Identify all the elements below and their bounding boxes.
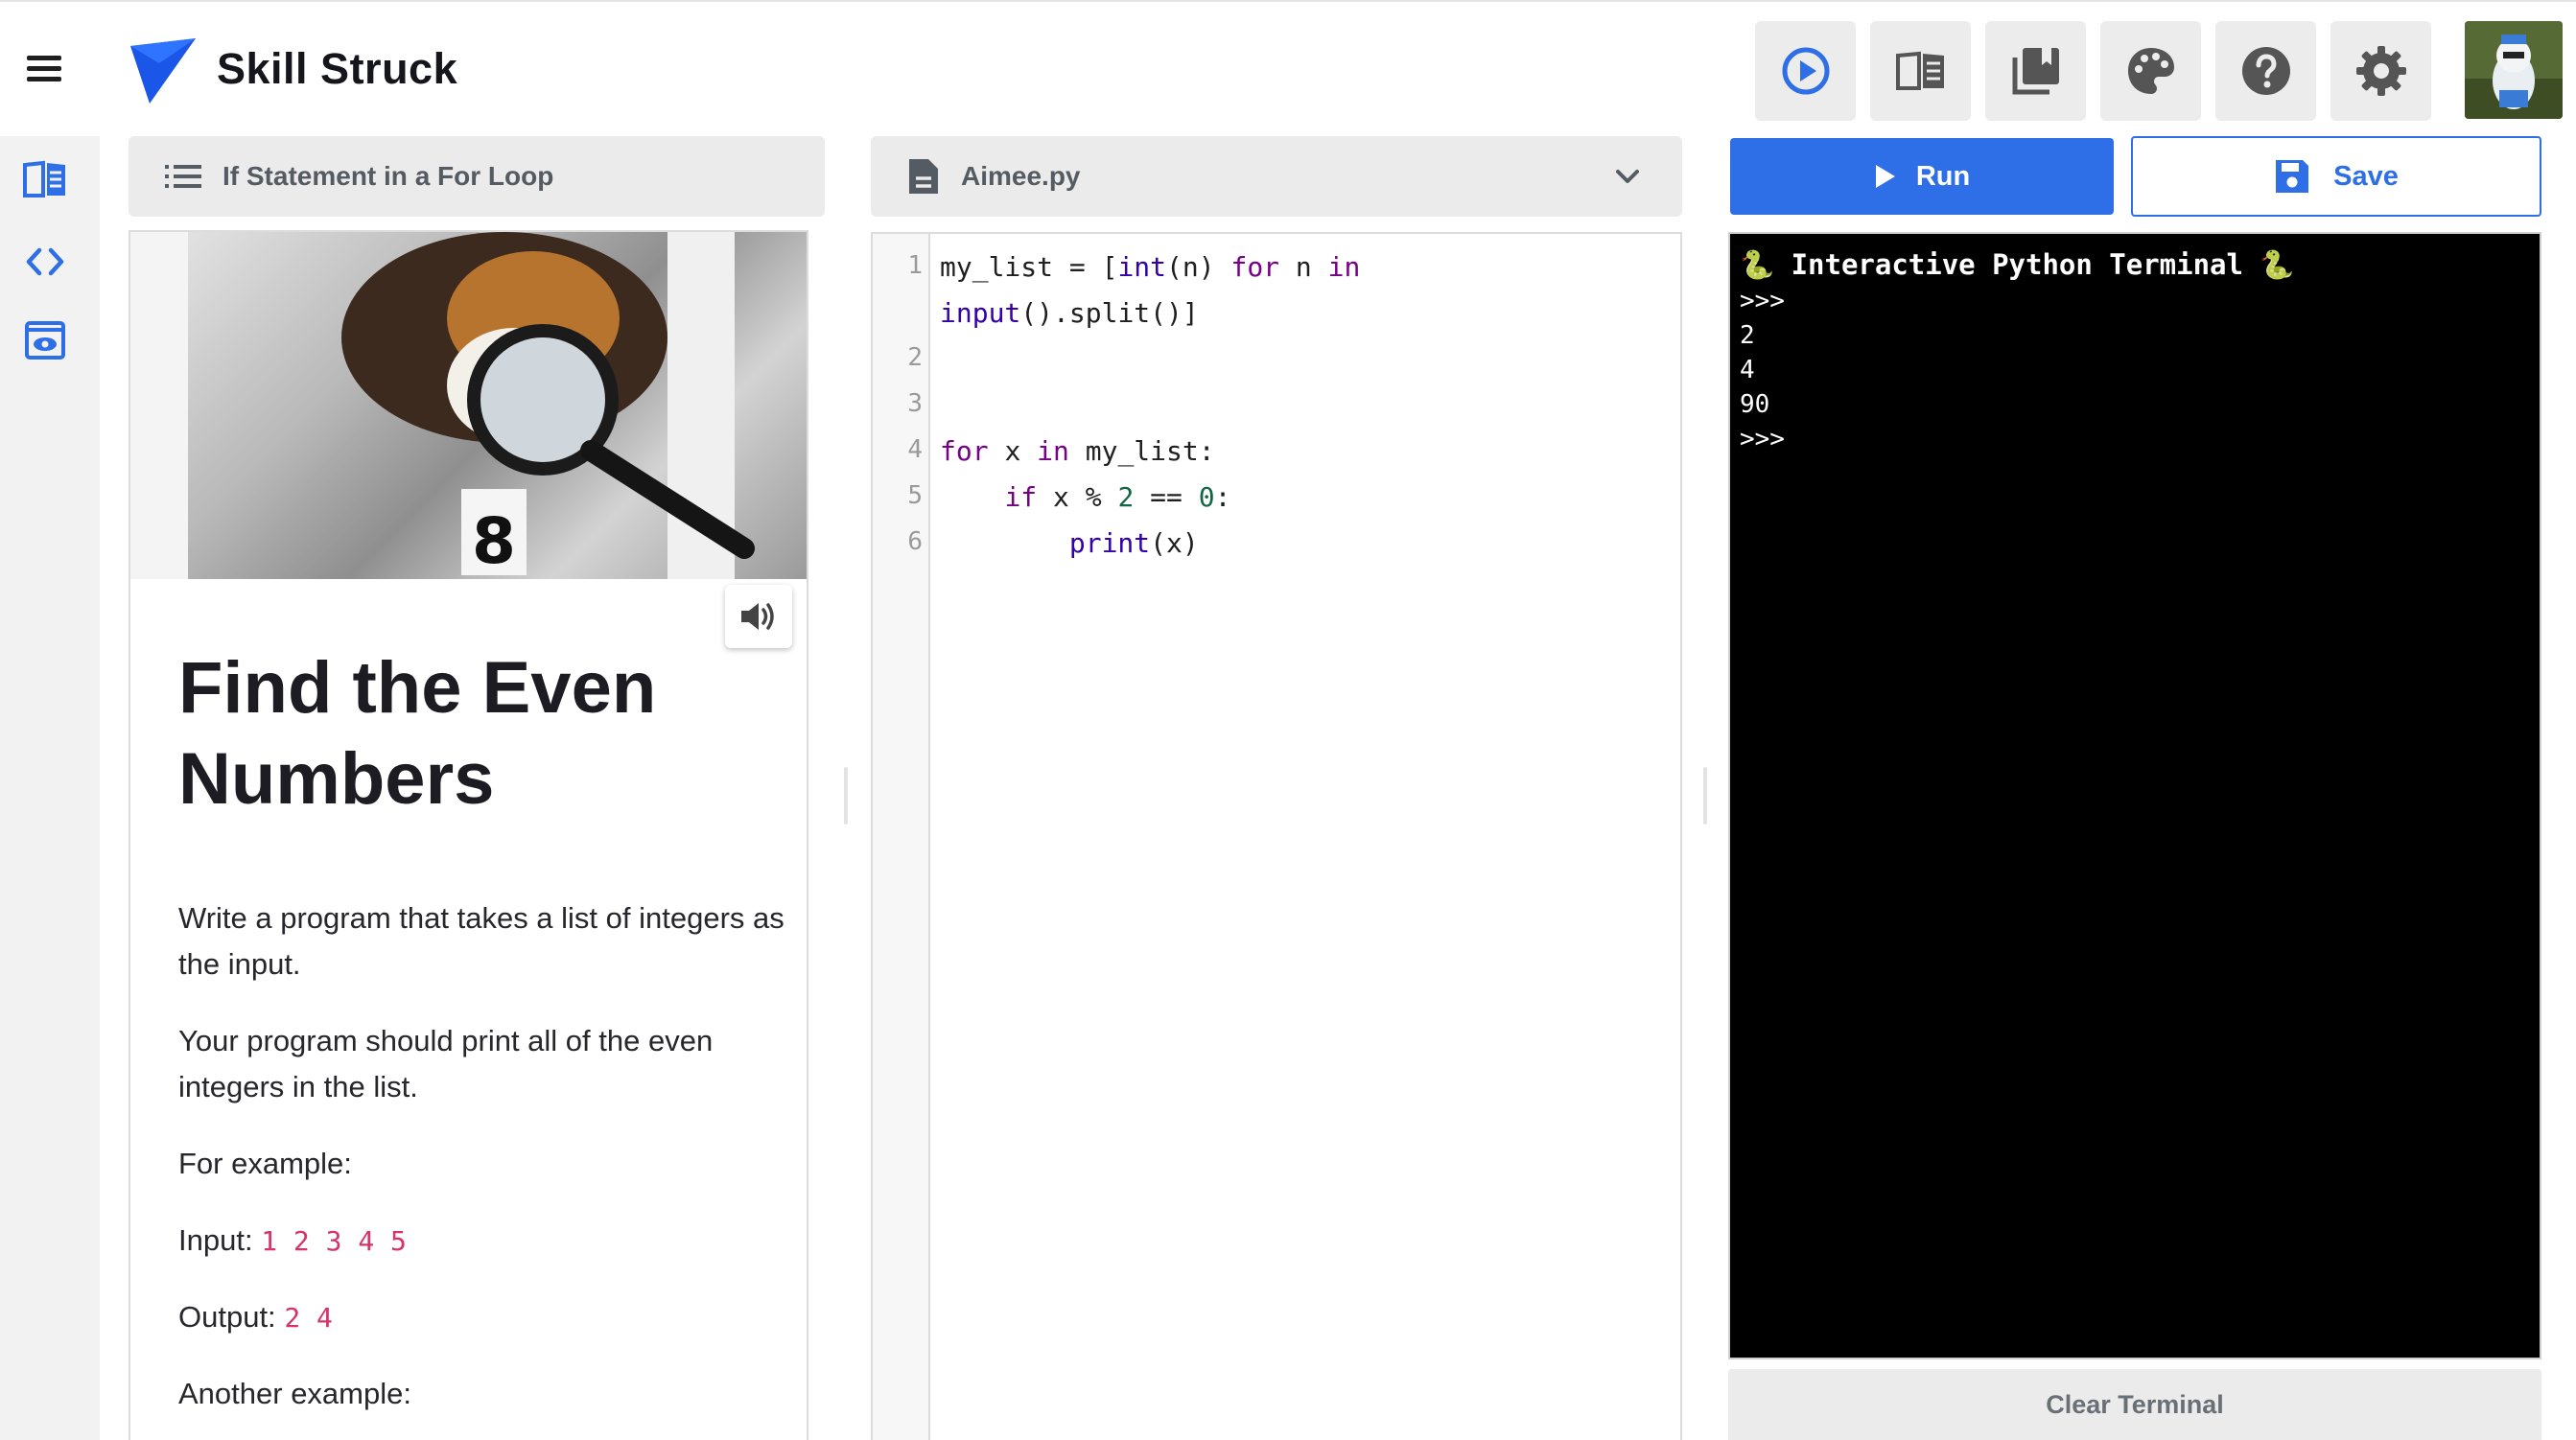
lesson-header[interactable]: If Statement in a For Loop bbox=[129, 136, 825, 217]
audio-button[interactable] bbox=[725, 585, 792, 648]
lesson-image: 8 bbox=[130, 232, 807, 579]
list-icon bbox=[165, 165, 201, 188]
theme-button[interactable] bbox=[2100, 21, 2201, 121]
lesson-title: Find the Even Numbers bbox=[178, 647, 657, 820]
lessons-button[interactable] bbox=[1870, 21, 1971, 121]
lesson-paragraph: For example: bbox=[178, 1147, 352, 1180]
code-line[interactable]: input().split()] bbox=[940, 297, 1199, 329]
skill-struck-logo bbox=[130, 38, 196, 104]
terminal-line: >>> bbox=[1740, 287, 1785, 315]
line-gutter: 1 2 3 4 5 6 bbox=[873, 234, 930, 1440]
gear-icon bbox=[2355, 46, 2406, 96]
settings-button[interactable] bbox=[2330, 21, 2431, 121]
save-label: Save bbox=[2333, 160, 2399, 192]
example-input-label: Input: bbox=[178, 1223, 253, 1257]
lesson-panel: 8 Find the Even Numbers Write a program … bbox=[129, 230, 808, 1440]
svg-text:8: 8 bbox=[472, 504, 516, 578]
save-button[interactable]: Save bbox=[2131, 136, 2541, 217]
book-icon bbox=[23, 160, 65, 197]
terminal-line: 2 bbox=[1740, 321, 1755, 350]
code-editor[interactable]: 1 2 3 4 5 6 my_list = [int(n) for n in in… bbox=[871, 232, 1682, 1440]
eye-window-icon bbox=[25, 321, 65, 360]
line-number: 4 bbox=[907, 435, 923, 464]
filename: Aimee.py bbox=[961, 161, 1081, 191]
lesson-name: If Statement in a For Loop bbox=[222, 161, 554, 191]
code-brackets-icon bbox=[26, 247, 64, 276]
clear-terminal-button[interactable]: Clear Terminal bbox=[1728, 1369, 2541, 1440]
code-view-button[interactable] bbox=[21, 240, 69, 284]
lesson-paragraph: Your program should print all of the eve… bbox=[178, 1024, 714, 1103]
example-input-value: 1 2 3 4 5 bbox=[261, 1225, 407, 1257]
code-line[interactable]: print(x) bbox=[940, 527, 1199, 559]
help-circle-icon bbox=[2241, 47, 2290, 95]
terminal-line: 90 bbox=[1740, 390, 1770, 419]
brand-name: Skill Struck bbox=[217, 44, 458, 93]
play-icon bbox=[1875, 165, 1895, 188]
example-output: Output: 2 4 bbox=[178, 1294, 792, 1341]
panel-resize-handle[interactable] bbox=[844, 767, 848, 825]
line-number: 3 bbox=[907, 389, 923, 418]
terminal-title: 🐍 Interactive Python Terminal 🐍 bbox=[1740, 248, 2295, 281]
run-label: Run bbox=[1915, 160, 1971, 192]
example-input: Input: 1 2 3 4 5 bbox=[178, 1218, 792, 1265]
lesson-paragraph: Write a program that takes a list of int… bbox=[178, 901, 785, 981]
menu-icon[interactable] bbox=[23, 52, 65, 86]
example-output-label: Output: bbox=[178, 1300, 276, 1334]
code-line[interactable]: if x % 2 == 0: bbox=[940, 481, 1230, 513]
play-circle-icon bbox=[1782, 47, 1829, 95]
lesson-paragraph: Another example: bbox=[178, 1377, 411, 1410]
left-rail bbox=[0, 136, 100, 1440]
preview-view-button[interactable] bbox=[21, 318, 69, 362]
line-number: 6 bbox=[907, 527, 923, 556]
file-selector[interactable]: Aimee.py bbox=[871, 136, 1682, 217]
library-button[interactable] bbox=[1985, 21, 2086, 121]
chevron-down-icon bbox=[1616, 170, 1639, 183]
line-number: 2 bbox=[907, 343, 923, 372]
run-preview-button[interactable] bbox=[1755, 21, 1856, 121]
code-line[interactable]: for x in my_list: bbox=[940, 435, 1215, 467]
run-button[interactable]: Run bbox=[1730, 138, 2114, 215]
palette-icon bbox=[2127, 48, 2174, 94]
python-terminal[interactable]: 🐍 Interactive Python Terminal 🐍 >>> 2 4 … bbox=[1728, 232, 2541, 1359]
library-books-icon bbox=[2012, 48, 2059, 95]
file-icon bbox=[909, 159, 938, 194]
floppy-disk-icon bbox=[2276, 160, 2309, 193]
speaker-icon bbox=[741, 603, 774, 630]
code-line[interactable]: my_list = [int(n) for n in bbox=[940, 251, 1360, 283]
open-book-icon bbox=[1895, 51, 1944, 90]
terminal-line: 4 bbox=[1740, 356, 1755, 384]
lesson-view-button[interactable] bbox=[21, 157, 69, 201]
panel-resize-handle[interactable] bbox=[1703, 767, 1707, 825]
top-bar: Skill Struck bbox=[0, 0, 2576, 136]
line-number: 1 bbox=[907, 251, 923, 280]
terminal-prompt: >>> bbox=[1740, 425, 1785, 453]
help-button[interactable] bbox=[2215, 21, 2316, 121]
line-number: 5 bbox=[907, 481, 923, 510]
example-output-value: 2 4 bbox=[284, 1302, 333, 1334]
user-avatar[interactable] bbox=[2465, 21, 2563, 119]
